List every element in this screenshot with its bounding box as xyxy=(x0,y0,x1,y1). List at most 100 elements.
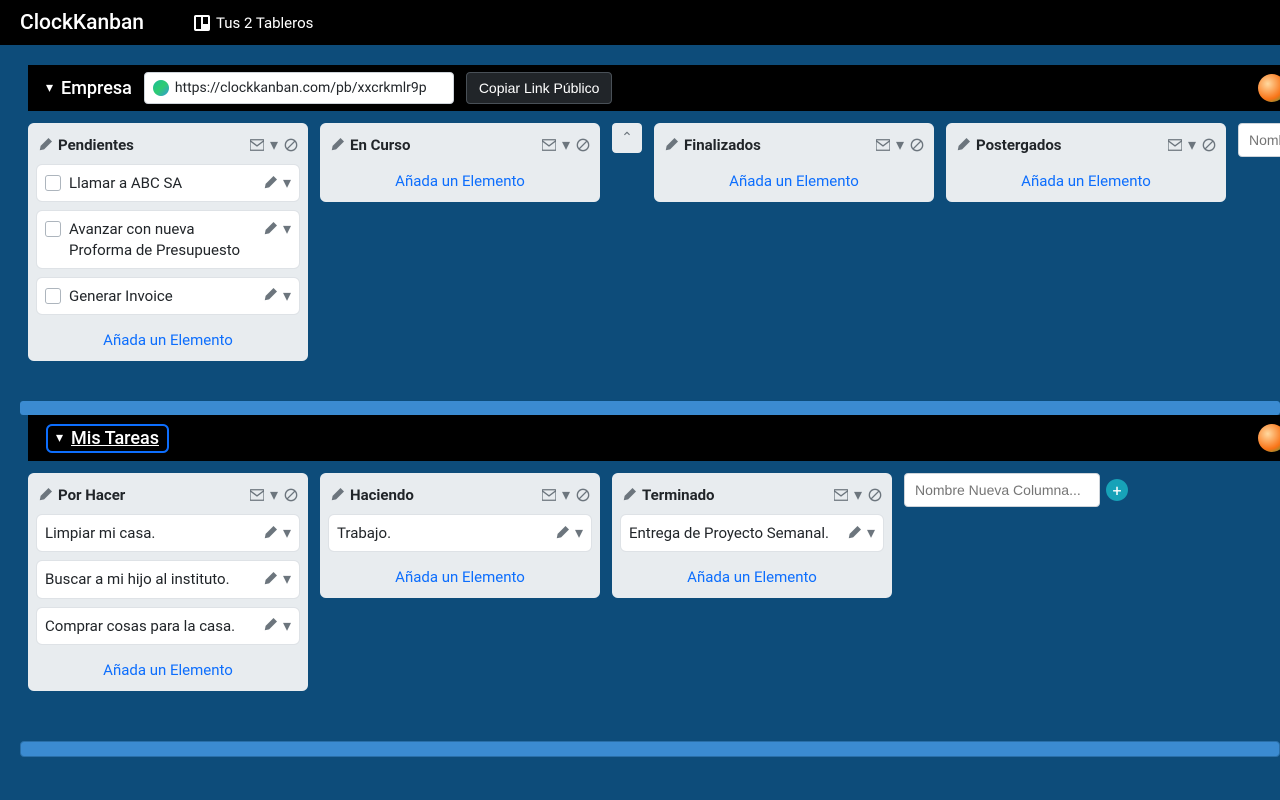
chevron-down-icon[interactable]: ▾ xyxy=(270,135,278,154)
chevron-down-icon[interactable]: ▾ xyxy=(562,135,570,154)
card[interactable]: Trabajo. ▾ xyxy=(328,514,592,552)
pencil-icon[interactable] xyxy=(263,618,277,632)
globe-icon xyxy=(153,80,169,96)
mail-icon[interactable] xyxy=(250,488,264,502)
column-header: Pendientes ▾ xyxy=(36,131,300,164)
column-title: Terminado xyxy=(642,486,715,504)
add-item-button[interactable]: Añada un Elemento xyxy=(36,323,300,353)
pencil-icon[interactable] xyxy=(330,138,344,152)
block-icon[interactable] xyxy=(576,488,590,502)
chevron-down-icon[interactable]: ▾ xyxy=(283,286,291,305)
public-url-field[interactable]: https://clockkanban.com/pb/xxcrkmlr9p xyxy=(144,72,454,104)
pencil-icon[interactable] xyxy=(263,176,277,190)
column-title: Por Hacer xyxy=(58,486,125,504)
block-icon[interactable] xyxy=(576,138,590,152)
pencil-icon[interactable] xyxy=(330,488,344,502)
bottom-bar[interactable] xyxy=(20,741,1280,757)
mail-icon[interactable] xyxy=(1168,138,1182,152)
add-item-button[interactable]: Añada un Elemento xyxy=(36,653,300,683)
card[interactable]: Generar Invoice ▾ xyxy=(36,277,300,315)
columns-row: Pendientes ▾ Llamar a ABC SA ▾ Avanzar c… xyxy=(20,111,1280,361)
chevron-down-icon[interactable]: ▾ xyxy=(283,569,291,588)
board-header: ▾ Mis Tareas xyxy=(28,415,1280,461)
pencil-icon[interactable] xyxy=(263,526,277,540)
mail-icon[interactable] xyxy=(542,488,556,502)
board-separator[interactable] xyxy=(20,401,1280,415)
chevron-down-icon[interactable]: ▾ xyxy=(562,485,570,504)
board-header: ▾ Empresa https://clockkanban.com/pb/xxc… xyxy=(28,65,1280,111)
card[interactable]: Avanzar con nueva Proforma de Presupuest… xyxy=(36,210,300,269)
column-haciendo: Haciendo ▾ Trabajo. ▾ Añada un Elemento xyxy=(320,473,600,598)
chevron-down-icon[interactable]: ▾ xyxy=(896,135,904,154)
top-nav: ClockKanban Tus 2 Tableros xyxy=(0,0,1280,45)
pencil-icon[interactable] xyxy=(664,138,678,152)
new-column-input[interactable] xyxy=(1238,123,1280,157)
chevron-down-icon[interactable]: ▾ xyxy=(867,523,875,542)
block-icon[interactable] xyxy=(910,138,924,152)
column-title: Postergados xyxy=(976,136,1062,154)
pencil-icon[interactable] xyxy=(956,138,970,152)
new-column-control: + xyxy=(904,473,1128,507)
mail-icon[interactable] xyxy=(250,138,264,152)
board-title-toggle[interactable]: ▾ Empresa xyxy=(46,78,132,99)
boards-nav-label: Tus 2 Tableros xyxy=(216,14,313,32)
chevron-down-icon[interactable]: ▾ xyxy=(283,616,291,635)
avatar[interactable] xyxy=(1258,424,1280,452)
checkbox[interactable] xyxy=(45,221,61,237)
checkbox[interactable] xyxy=(45,175,61,191)
block-icon[interactable] xyxy=(284,488,298,502)
new-column-input[interactable] xyxy=(904,473,1100,507)
boards-icon xyxy=(194,15,210,31)
column-header: Finalizados ▾ xyxy=(662,131,926,164)
card-text: Limpiar mi casa. xyxy=(45,523,155,543)
add-item-button[interactable]: Añada un Elemento xyxy=(620,560,884,590)
card-text: Comprar cosas para la casa. xyxy=(45,616,235,636)
mail-icon[interactable] xyxy=(834,488,848,502)
column-collapse-toggle[interactable]: ⌃ xyxy=(612,123,642,153)
add-item-button[interactable]: Añada un Elemento xyxy=(328,164,592,194)
add-item-button[interactable]: Añada un Elemento xyxy=(662,164,926,194)
card[interactable]: Limpiar mi casa. ▾ xyxy=(36,514,300,552)
add-item-button[interactable]: Añada un Elemento xyxy=(954,164,1218,194)
add-column-button[interactable]: + xyxy=(1106,479,1128,501)
column-header: Terminado ▾ xyxy=(620,481,884,514)
chevron-down-icon[interactable]: ▾ xyxy=(283,173,291,192)
pencil-icon[interactable] xyxy=(263,288,277,302)
column-title: Haciendo xyxy=(350,486,414,504)
column-header: Por Hacer ▾ xyxy=(36,481,300,514)
chevron-down-icon[interactable]: ▾ xyxy=(283,523,291,542)
pencil-icon[interactable] xyxy=(38,488,52,502)
chevron-down-icon: ▾ xyxy=(46,80,53,96)
pencil-icon[interactable] xyxy=(263,222,277,236)
card[interactable]: Llamar a ABC SA ▾ xyxy=(36,164,300,202)
pencil-icon[interactable] xyxy=(847,526,861,540)
column-title: Pendientes xyxy=(58,136,134,154)
chevron-down-icon[interactable]: ▾ xyxy=(575,523,583,542)
pencil-icon[interactable] xyxy=(622,488,636,502)
pencil-icon[interactable] xyxy=(38,138,52,152)
column-title: Finalizados xyxy=(684,136,761,154)
column-porhacer: Por Hacer ▾ Limpiar mi casa. ▾ Buscar a … xyxy=(28,473,308,691)
copy-link-button[interactable]: Copiar Link Público xyxy=(466,72,613,104)
block-icon[interactable] xyxy=(1202,138,1216,152)
avatar[interactable] xyxy=(1258,74,1280,102)
mail-icon[interactable] xyxy=(542,138,556,152)
chevron-down-icon[interactable]: ▾ xyxy=(854,485,862,504)
block-icon[interactable] xyxy=(284,138,298,152)
add-item-button[interactable]: Añada un Elemento xyxy=(328,560,592,590)
card[interactable]: Comprar cosas para la casa. ▾ xyxy=(36,607,300,645)
plus-icon: + xyxy=(1112,481,1121,500)
pencil-icon[interactable] xyxy=(555,526,569,540)
pencil-icon[interactable] xyxy=(263,572,277,586)
card[interactable]: Buscar a mi hijo al instituto. ▾ xyxy=(36,560,300,598)
checkbox[interactable] xyxy=(45,288,61,304)
card-text: Buscar a mi hijo al instituto. xyxy=(45,569,230,589)
mail-icon[interactable] xyxy=(876,138,890,152)
board-title-toggle[interactable]: ▾ Mis Tareas xyxy=(46,424,169,453)
boards-nav-link[interactable]: Tus 2 Tableros xyxy=(194,14,313,32)
chevron-down-icon[interactable]: ▾ xyxy=(270,485,278,504)
card[interactable]: Entrega de Proyecto Semanal. ▾ xyxy=(620,514,884,552)
chevron-down-icon[interactable]: ▾ xyxy=(283,219,291,238)
chevron-down-icon[interactable]: ▾ xyxy=(1188,135,1196,154)
block-icon[interactable] xyxy=(868,488,882,502)
